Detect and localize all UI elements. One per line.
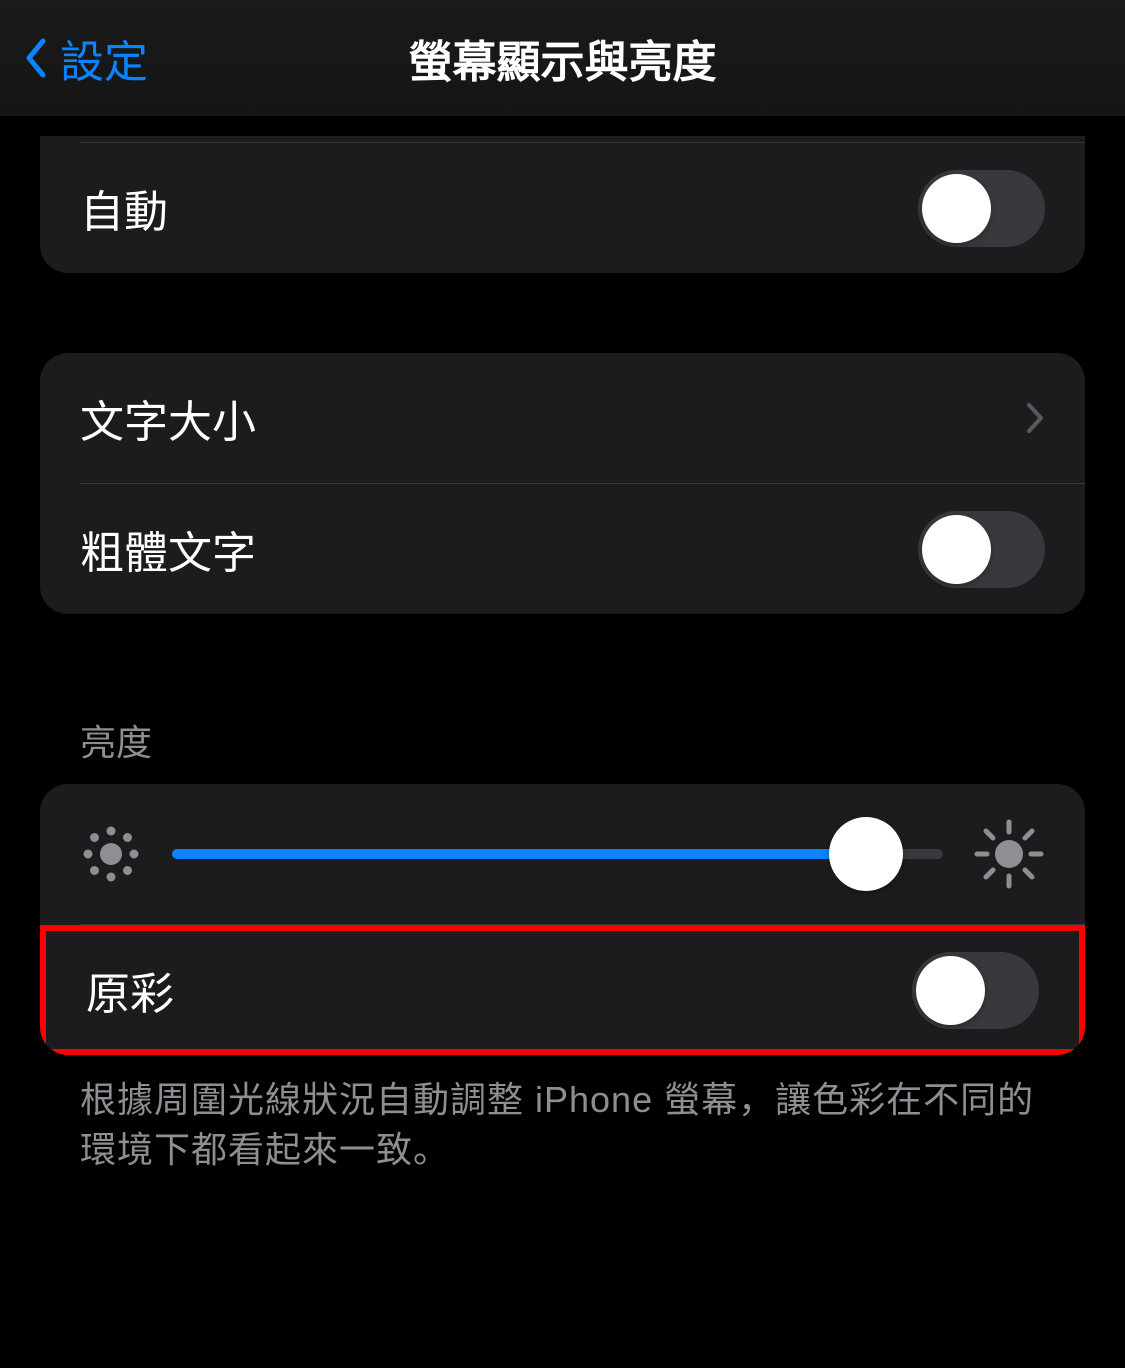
toggle-knob: [916, 956, 985, 1025]
back-button[interactable]: 設定: [20, 26, 148, 90]
chevron-left-icon: [20, 34, 50, 82]
true-tone-toggle[interactable]: [912, 952, 1039, 1029]
sun-small-icon: [80, 823, 142, 885]
brightness-header: 亮度: [40, 714, 1085, 784]
auto-label: 自動: [80, 176, 168, 240]
slider-thumb[interactable]: [829, 817, 903, 891]
content: 自動 文字大小 粗體文字 亮度: [0, 136, 1125, 1176]
bold-text-row[interactable]: 粗體文字: [40, 484, 1085, 614]
auto-toggle[interactable]: [918, 170, 1045, 247]
auto-row[interactable]: 自動: [40, 143, 1085, 273]
brightness-group: 原彩: [40, 784, 1085, 1055]
appearance-group: 自動: [40, 136, 1085, 273]
toggle-knob: [922, 515, 991, 584]
chevron-right-icon: [1025, 401, 1045, 435]
brightness-slider[interactable]: [172, 849, 943, 859]
bold-text-label: 粗體文字: [80, 517, 256, 581]
true-tone-description: 根據周圍光線狀況自動調整 iPhone 螢幕，讓色彩在不同的環境下都看起來一致。: [40, 1055, 1085, 1176]
true-tone-row[interactable]: 原彩: [40, 925, 1085, 1055]
nav-bar: 設定 螢幕顯示與亮度: [0, 0, 1125, 116]
toggle-knob: [922, 174, 991, 243]
true-tone-label: 原彩: [86, 958, 174, 1022]
text-size-label: 文字大小: [80, 386, 256, 450]
back-label: 設定: [60, 26, 148, 90]
page-title: 螢幕顯示與亮度: [409, 26, 717, 90]
sun-large-icon: [973, 818, 1045, 890]
text-size-row[interactable]: 文字大小: [40, 353, 1085, 483]
slider-fill: [172, 849, 866, 859]
bold-text-toggle[interactable]: [918, 511, 1045, 588]
brightness-slider-row: [40, 784, 1085, 924]
text-group: 文字大小 粗體文字: [40, 353, 1085, 614]
